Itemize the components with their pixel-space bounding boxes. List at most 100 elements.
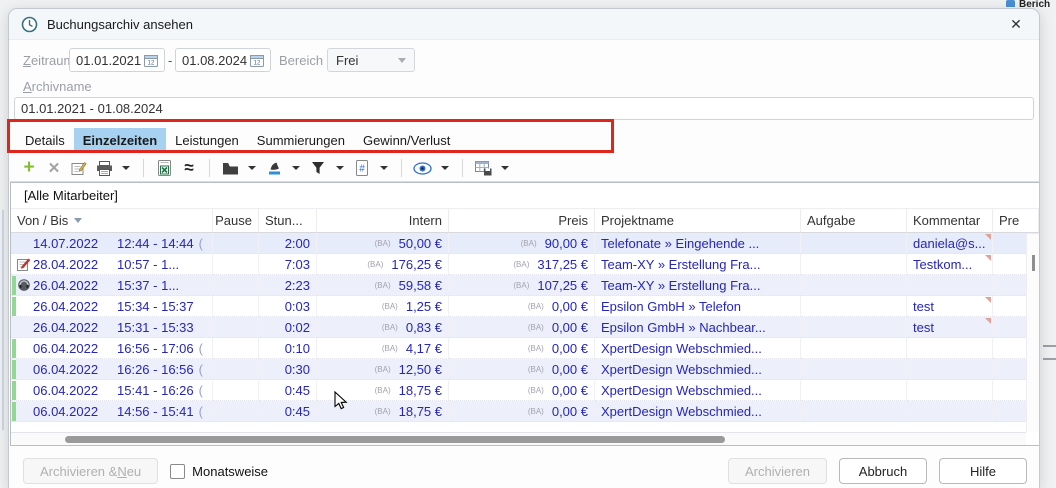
- highlight-menu-icon[interactable]: [292, 166, 300, 170]
- table-row[interactable]: 28.04.202210:57 - 1... 7:03 (BA)176,25 €…: [11, 254, 1039, 275]
- filter-menu-icon[interactable]: [336, 166, 344, 170]
- cell-intern: (BA)176,25 €: [317, 254, 449, 275]
- open-folder-icon[interactable]: [221, 158, 239, 178]
- table-row[interactable]: 06.04.202214:56 - 15:41( 0:45 (BA)18,75 …: [11, 401, 1039, 422]
- column-header-von-bis[interactable]: Von / Bis: [11, 209, 213, 232]
- archived-marker: [12, 339, 16, 358]
- print-icon[interactable]: [95, 158, 113, 178]
- cell-aufgabe: [801, 359, 907, 380]
- tab-einzelzeiten[interactable]: Einzelzeiten: [74, 128, 166, 152]
- headset-icon: [17, 278, 31, 292]
- cell-preis: (BA)0,00 €: [449, 359, 595, 380]
- cell-von-bis: 14.07.202212:44 - 14:44(: [11, 233, 213, 254]
- cell-pause: [213, 275, 259, 296]
- cell-intern: (BA)50,00 €: [317, 233, 449, 254]
- column-header-pause[interactable]: Pause: [213, 209, 259, 232]
- column-header-intern[interactable]: Intern: [317, 209, 449, 232]
- table-row[interactable]: 26.04.202215:31 - 15:33 0:02 (BA)0,83 € …: [11, 317, 1039, 338]
- add-icon[interactable]: +: [20, 158, 38, 178]
- calendar-icon[interactable]: 12: [144, 54, 158, 67]
- cell-intern: (BA)12,50 €: [317, 359, 449, 380]
- note-edit-icon: [17, 257, 31, 271]
- background-edge-line: [2, 210, 4, 430]
- hilfe-button[interactable]: Hilfe: [939, 458, 1027, 484]
- monatsweise-option[interactable]: Monatsweise: [170, 464, 268, 479]
- dialog-titlebar: Buchungsarchiv ansehen ✕: [9, 9, 1039, 40]
- visibility-icon[interactable]: [413, 158, 432, 178]
- table-row[interactable]: 26.04.202215:34 - 15:37 0:03 (BA)1,25 € …: [11, 296, 1039, 317]
- numbering-icon[interactable]: #: [353, 158, 371, 178]
- bereich-select[interactable]: Frei: [327, 48, 415, 72]
- cell-stunden: 0:10: [259, 338, 317, 359]
- folder-menu-icon[interactable]: [248, 166, 256, 170]
- archivieren-neu-button[interactable]: Archivieren & Neu: [23, 458, 158, 484]
- archivname-input[interactable]: 01.01.2021 - 01.08.2024: [14, 97, 1034, 120]
- cell-pause: [213, 338, 259, 359]
- cell-stunden: 0:45: [259, 401, 317, 422]
- vertical-scrollbar[interactable]: [1026, 234, 1039, 432]
- cell-aufgabe: [801, 401, 907, 422]
- comment-flag-icon: [985, 297, 991, 303]
- cell-pause: [213, 380, 259, 401]
- cell-preis: (BA)90,00 €: [449, 233, 595, 254]
- calendar-icon[interactable]: 12: [250, 54, 264, 67]
- edit-note-icon[interactable]: [70, 158, 88, 178]
- column-header-aufgabe[interactable]: Aufgabe: [801, 209, 907, 232]
- delete-icon[interactable]: ✕: [45, 158, 63, 178]
- cell-von-bis: 06.04.202216:26 - 16:56(: [11, 359, 213, 380]
- column-header-projektname[interactable]: Projektname: [595, 209, 801, 232]
- background-window-fragment: Berich: [1006, 0, 1056, 7]
- cell-pause: [213, 233, 259, 254]
- numbering-menu-icon[interactable]: [380, 166, 388, 170]
- table-body: 14.07.202212:44 - 14:44( 2:00 (BA)50,00 …: [11, 233, 1039, 422]
- toolbar-separator: [209, 159, 210, 177]
- table-row[interactable]: 06.04.202216:26 - 16:56( 0:30 (BA)12,50 …: [11, 359, 1039, 380]
- table-row[interactable]: 06.04.202215:41 - 16:26( 0:45 (BA)18,75 …: [11, 380, 1039, 401]
- cell-stunden: 0:02: [259, 317, 317, 338]
- table-layout-menu-icon[interactable]: [501, 166, 509, 170]
- cell-intern: (BA)18,75 €: [317, 380, 449, 401]
- tab-leistungen[interactable]: Leistungen: [166, 128, 248, 152]
- toolbar-separator: [462, 159, 463, 177]
- date-to-input[interactable]: 01.08.2024 12: [175, 48, 271, 72]
- column-header-preis2[interactable]: Pre: [993, 209, 1039, 232]
- tab-summierungen[interactable]: Summierungen: [248, 128, 354, 152]
- print-menu-icon[interactable]: [122, 166, 130, 170]
- column-header-stunden[interactable]: Stun...: [259, 209, 317, 232]
- table-layout-save-icon[interactable]: [474, 158, 492, 178]
- cell-preis: (BA)0,00 €: [449, 401, 595, 422]
- visibility-menu-icon[interactable]: [441, 166, 449, 170]
- tab-details[interactable]: Details: [16, 128, 74, 152]
- archived-marker: [12, 297, 16, 316]
- background-app-icon: [1006, 0, 1015, 7]
- column-header-kommentar[interactable]: Kommentar: [907, 209, 993, 232]
- table-filler: [11, 422, 1039, 431]
- filter-icon[interactable]: [309, 158, 327, 178]
- cell-kommentar: [907, 338, 993, 359]
- date-from-input[interactable]: 01.01.2021 12: [69, 48, 165, 72]
- monatsweise-checkbox[interactable]: [170, 464, 185, 479]
- cell-intern: (BA)1,25 €: [317, 296, 449, 317]
- cell-aufgabe: [801, 296, 907, 317]
- horizontal-scrollbar-thumb[interactable]: [65, 436, 725, 443]
- column-header-preis[interactable]: Preis: [449, 209, 595, 232]
- approximate-icon[interactable]: ≈: [180, 158, 198, 178]
- cell-von-bis: 28.04.202210:57 - 1...: [11, 254, 213, 275]
- toolbar-separator: [401, 159, 402, 177]
- table-row[interactable]: 26.04.202215:37 - 1... 2:23 (BA)59,58 € …: [11, 275, 1039, 296]
- table-row[interactable]: 14.07.202212:44 - 14:44( 2:00 (BA)50,00 …: [11, 233, 1039, 254]
- toolbar-separator: [143, 159, 144, 177]
- vertical-scrollbar-thumb[interactable]: [1032, 255, 1035, 271]
- cell-aufgabe: [801, 380, 907, 401]
- table-row[interactable]: 06.04.202216:56 - 17:06( 0:10 (BA)4,17 €…: [11, 338, 1039, 359]
- tab-gewinn-verlust[interactable]: Gewinn/Verlust: [354, 128, 459, 152]
- abbruch-button[interactable]: Abbruch: [839, 458, 927, 484]
- date-range-separator: -: [168, 53, 172, 68]
- export-excel-icon[interactable]: [155, 158, 173, 178]
- archivieren-button[interactable]: Archivieren: [728, 458, 827, 484]
- highlight-color-icon[interactable]: [265, 158, 283, 178]
- horizontal-scrollbar[interactable]: [11, 432, 1026, 445]
- tab-bar: Details Einzelzeiten Leistungen Summieru…: [16, 128, 459, 152]
- close-icon[interactable]: ✕: [1005, 13, 1027, 35]
- cell-intern: (BA)0,83 €: [317, 317, 449, 338]
